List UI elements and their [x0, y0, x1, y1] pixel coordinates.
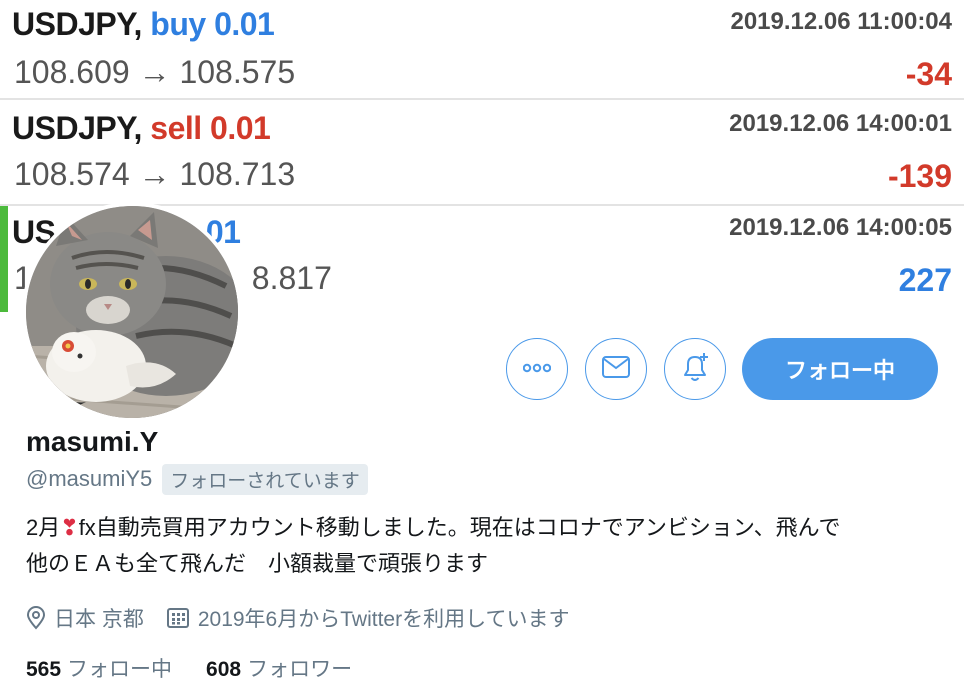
trade-lot: 0.01 — [210, 110, 271, 146]
notifications-button[interactable] — [664, 338, 726, 400]
trade-time: 2019.12.06 14:00:05 — [729, 214, 952, 241]
more-button[interactable] — [506, 338, 568, 400]
trade-lot: 0.01 — [214, 6, 275, 42]
avatar[interactable] — [22, 202, 242, 422]
profile-location: 日本 京都 — [54, 608, 144, 631]
trade-prices: 108.609 → 108.575 — [14, 54, 296, 90]
bell-plus-icon — [679, 351, 711, 388]
message-button[interactable] — [585, 338, 647, 400]
trade-time: 2019.12.06 14:00:01 — [729, 110, 952, 137]
active-trade-indicator — [0, 206, 8, 312]
calendar-icon — [166, 607, 190, 629]
more-icon — [522, 360, 552, 378]
followers-label: フォロワー — [247, 658, 353, 681]
heart-icon: ❣ — [60, 515, 79, 540]
handle-line: @masumiY5 フォローされています — [26, 463, 368, 495]
follows-you-badge: フォローされています — [162, 463, 368, 495]
bio-text: fx自動売買用アカウント移動しました。現在はコロナでアンビション、飛んで — [78, 515, 841, 540]
following-label: フォロー中 — [67, 658, 173, 681]
trade-side: sell — [150, 110, 202, 146]
bio-month: 2月 — [26, 515, 61, 540]
trade-row[interactable]: USDJPY, buy 0.01 108.609 → 108.575 2019.… — [0, 0, 964, 100]
followers-link[interactable]: 608 フォロワー — [206, 653, 352, 683]
following-button[interactable]: フォロー中 — [742, 338, 938, 400]
trade-prices: 108.574 → 108.713 — [14, 156, 296, 192]
profile-meta: 日本 京都 2019年6月からTwitterを利用しています — [26, 602, 569, 634]
envelope-icon — [601, 355, 631, 384]
profile-bio: 2月❣fx自動売買用アカウント移動しました。現在はコロナでアンビション、飛んで … — [26, 510, 946, 582]
trade-pnl: -139 — [887, 158, 952, 194]
follow-counts: 565 フォロー中 608 フォロワー — [26, 652, 352, 684]
trade-pair: USDJPY, — [12, 110, 142, 146]
trade-pair: USDJPY, — [12, 6, 142, 42]
trade-pair-line: USDJPY, buy 0.01 — [12, 6, 275, 43]
user-handle: @masumiY5 — [26, 466, 153, 491]
location-pin-icon — [26, 606, 46, 630]
followers-count: 608 — [206, 658, 242, 681]
trade-side: buy — [150, 6, 206, 42]
following-count: 565 — [26, 658, 62, 681]
profile-joined-date: 2019年6月からTwitterを利用しています — [197, 608, 570, 631]
trade-price-tail: 8.817 — [251, 260, 332, 296]
bio-line: 2月❣fx自動売買用アカウント移動しました。現在はコロナでアンビション、飛んで — [26, 510, 946, 546]
bio-line: 他のＥＡも全て飛んだ 小額裁量で頑張ります — [26, 551, 489, 576]
trade-time: 2019.12.06 11:00:04 — [730, 8, 952, 35]
trade-pnl: 227 — [898, 262, 952, 298]
display-name: masumi.Y — [26, 426, 159, 457]
trade-row[interactable]: USDJPY, sell 0.01 108.574 → 108.713 2019… — [0, 102, 964, 206]
trade-pnl: -34 — [905, 56, 952, 92]
trade-pair-line: USDJPY, sell 0.01 — [12, 110, 271, 147]
following-link[interactable]: 565 フォロー中 — [26, 653, 172, 683]
